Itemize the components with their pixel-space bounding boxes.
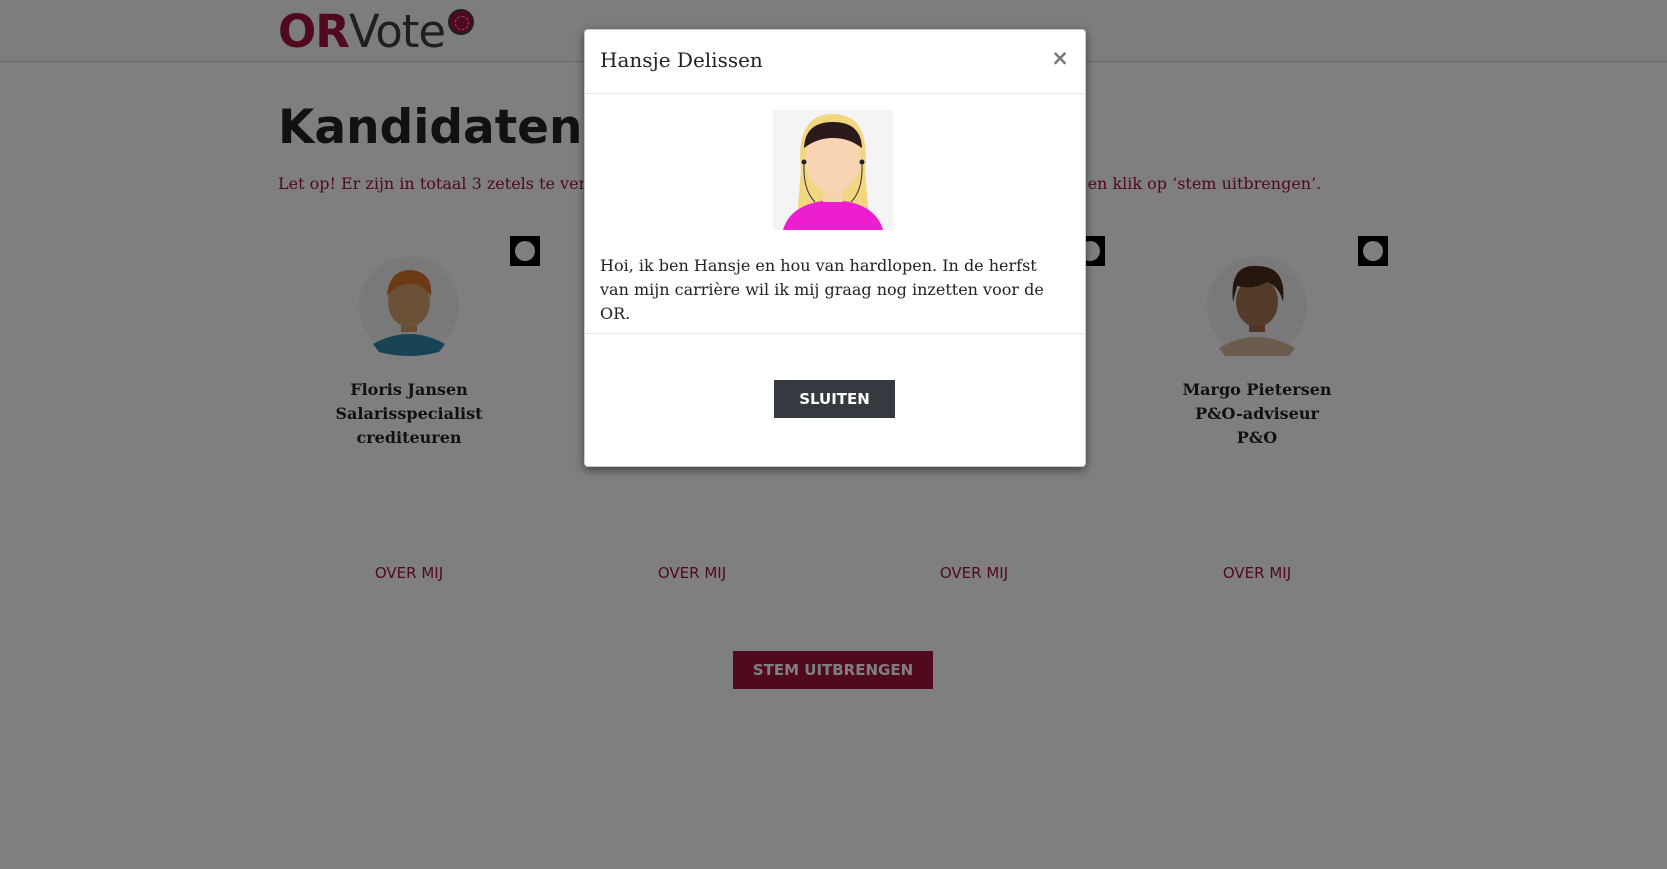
close-icon[interactable]: × [1049, 46, 1071, 70]
candidate-photo [773, 110, 893, 230]
modal-footer: SLUITEN [585, 333, 1085, 466]
close-modal-button[interactable]: SLUITEN [774, 380, 895, 418]
modal-header: Hansje Delissen × [585, 30, 1085, 94]
modal-title: Hansje Delissen [600, 48, 763, 72]
candidate-modal: Hansje Delissen × Hoi, ik ben Hansje en … [584, 29, 1086, 467]
candidate-bio: Hoi, ik ben Hansje en hou van hardlopen.… [600, 256, 1044, 323]
